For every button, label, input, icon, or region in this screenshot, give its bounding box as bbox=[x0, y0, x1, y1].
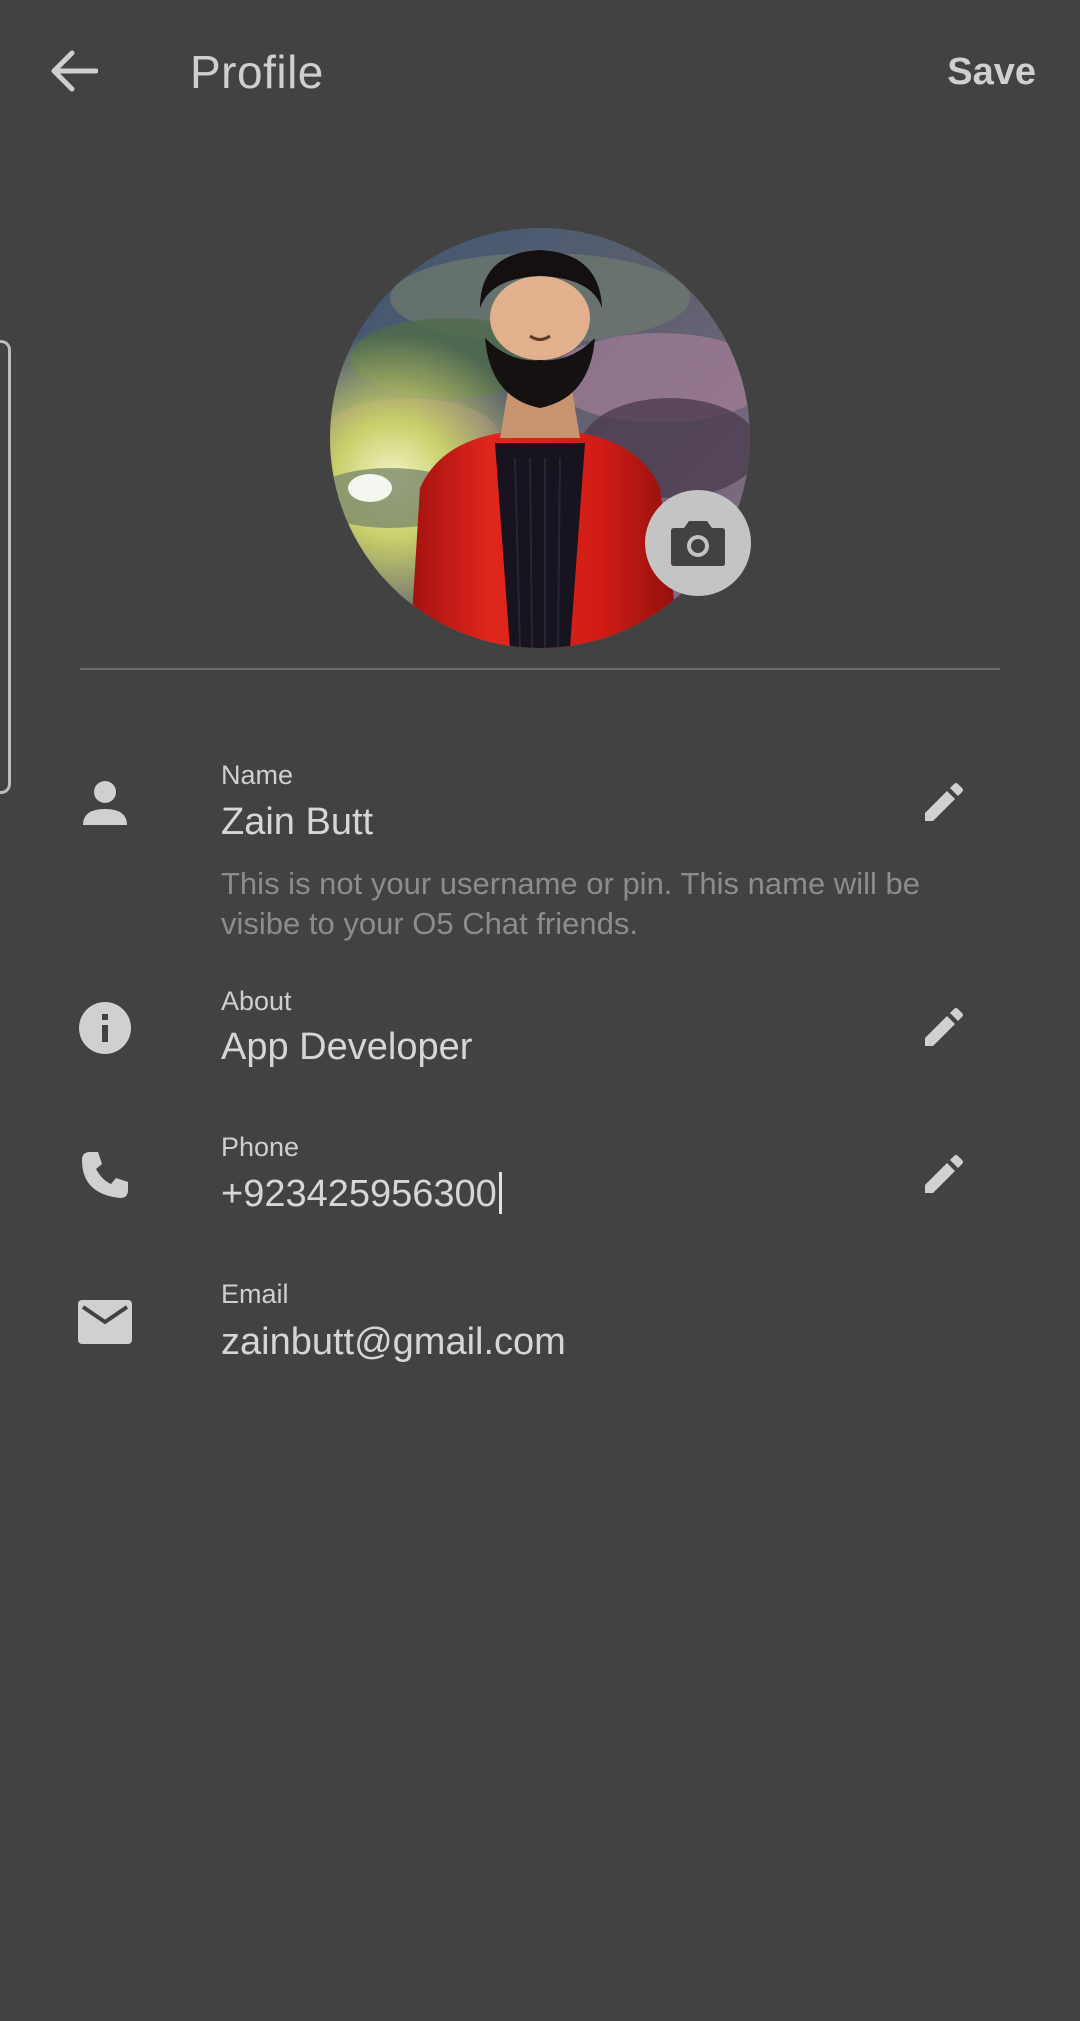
arrow-left-icon bbox=[51, 50, 98, 92]
app-bar: Profile Save bbox=[0, 0, 1080, 144]
avatar-container bbox=[330, 228, 751, 648]
pencil-icon bbox=[925, 1008, 963, 1046]
email-label: Email bbox=[221, 1279, 289, 1309]
about-label: About bbox=[221, 986, 292, 1016]
camera-icon bbox=[671, 521, 725, 566]
edge-panel-handle[interactable] bbox=[0, 340, 11, 794]
save-button[interactable]: Save bbox=[947, 46, 1036, 98]
person-icon bbox=[72, 770, 138, 836]
text-cursor bbox=[498, 1171, 502, 1214]
name-label: Name bbox=[221, 760, 294, 790]
phone-value: +923425956300 bbox=[221, 1173, 497, 1215]
email-value: zainbutt@gmail.com bbox=[221, 1321, 566, 1363]
name-hint: This is not your username or pin. This n… bbox=[221, 866, 920, 941]
pencil-icon bbox=[925, 783, 963, 821]
phone-field[interactable]: +923425956300 bbox=[221, 1170, 502, 1218]
edit-phone-button[interactable] bbox=[910, 1142, 976, 1208]
about-value[interactable]: App Developer bbox=[221, 1023, 472, 1071]
pencil-icon bbox=[925, 1155, 963, 1193]
profile-screen: Profile Save Name Zain Butt This is not … bbox=[0, 0, 1080, 2021]
phone-icon bbox=[72, 1142, 138, 1208]
change-photo-button[interactable] bbox=[645, 490, 751, 596]
page-title: Profile bbox=[190, 46, 324, 98]
edit-name-button[interactable] bbox=[910, 770, 976, 836]
name-value[interactable]: Zain Butt bbox=[221, 798, 373, 846]
info-icon bbox=[72, 995, 138, 1061]
mail-icon bbox=[72, 1289, 138, 1355]
back-button[interactable] bbox=[36, 36, 112, 106]
edit-about-button[interactable] bbox=[910, 995, 976, 1061]
divider bbox=[80, 668, 1000, 670]
phone-label: Phone bbox=[221, 1132, 300, 1162]
